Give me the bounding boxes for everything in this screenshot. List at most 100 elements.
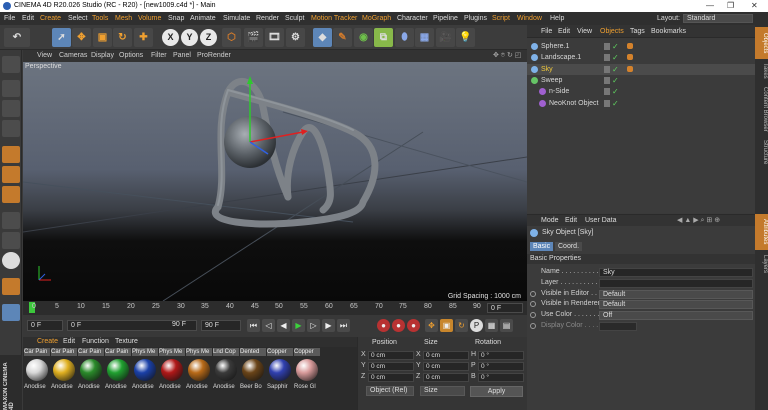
- layer-swatch-icon[interactable]: [604, 54, 610, 62]
- menu-script[interactable]: Script: [492, 12, 510, 25]
- attr-value-field[interactable]: [599, 278, 753, 288]
- material-swatch[interactable]: Lnd Cop Anodise: [213, 348, 239, 398]
- rotation-p-field[interactable]: 0 °: [478, 362, 524, 371]
- enabled-check-icon[interactable]: ✓: [612, 86, 619, 97]
- tweak-mode-icon[interactable]: [2, 232, 20, 249]
- layout-select[interactable]: Standard: [683, 14, 753, 23]
- rotate-tool-icon[interactable]: ↻: [113, 28, 132, 47]
- autokeying-icon[interactable]: ●: [392, 319, 405, 332]
- side-tab-objects[interactable]: Objects: [755, 27, 768, 59]
- axis-mode-icon[interactable]: [2, 212, 20, 229]
- viewport-nav-icons[interactable]: ✥ ⌾ ↻ ◰: [493, 50, 521, 62]
- object-name[interactable]: Landscape.1: [541, 52, 581, 63]
- record-active-icon[interactable]: ●: [377, 319, 390, 332]
- enabled-check-icon[interactable]: ✓: [612, 41, 619, 52]
- deformer-icon[interactable]: ⬮: [395, 28, 414, 47]
- preview-end-field[interactable]: 90 F: [169, 320, 189, 331]
- material-swatch[interactable]: Copper Rose Gl: [294, 348, 320, 398]
- solo-mode-icon[interactable]: [2, 304, 20, 321]
- object-name[interactable]: Sphere.1: [541, 41, 569, 52]
- render-picture-viewer-icon[interactable]: 🎞: [265, 28, 284, 47]
- position-x-field[interactable]: 0 cm: [368, 351, 414, 360]
- texture-mode-icon[interactable]: [2, 100, 20, 117]
- menu-animate[interactable]: Animate: [190, 12, 216, 25]
- object-row[interactable]: NeoKnot Object ✓: [527, 98, 755, 109]
- rotation-h-field[interactable]: 0 °: [478, 351, 524, 360]
- end-frame-field[interactable]: 90 F: [201, 320, 241, 331]
- menu-motion-tracker[interactable]: Motion Tracker: [311, 12, 357, 25]
- mat-menu-create[interactable]: Create: [37, 337, 58, 347]
- material-swatch[interactable]: Car Pain Anodise: [24, 348, 50, 398]
- cloner-icon[interactable]: ⧉: [374, 28, 393, 47]
- record-rotation-icon[interactable]: ↻: [455, 319, 468, 332]
- side-tab-layers[interactable]: Layers: [755, 253, 768, 275]
- animate-radio-icon[interactable]: [530, 312, 536, 319]
- model-mode-icon[interactable]: [2, 80, 20, 97]
- object-name[interactable]: n-Side: [549, 86, 569, 97]
- texture-tag-icon[interactable]: [627, 54, 633, 61]
- material-swatch[interactable]: Phys Me Anodise: [132, 348, 158, 398]
- light-icon[interactable]: 💡: [456, 28, 475, 47]
- play-icon[interactable]: ▶: [292, 319, 305, 332]
- polygons-mode-icon[interactable]: [2, 186, 20, 203]
- undo-button[interactable]: ↶: [4, 28, 30, 47]
- mat-menu-texture[interactable]: Texture: [115, 337, 138, 347]
- workplane-lock-icon[interactable]: [2, 278, 20, 295]
- move-tool-icon[interactable]: ✥: [72, 28, 91, 47]
- animate-radio-icon[interactable]: [530, 290, 536, 297]
- tab-basic[interactable]: Basic: [530, 242, 554, 251]
- enabled-check-icon[interactable]: ✓: [612, 52, 619, 63]
- menu-render[interactable]: Render: [256, 12, 279, 25]
- timeline-ruler[interactable]: 0 5 10 15 20 25 30 35 40 45 50 55 60 65 …: [23, 301, 527, 315]
- menu-plugins[interactable]: Plugins: [464, 12, 487, 25]
- keyframe-selection-icon[interactable]: ●: [407, 319, 420, 332]
- snapping-icon[interactable]: [2, 252, 20, 269]
- material-swatch[interactable]: Car Pain Anodise: [78, 348, 104, 398]
- floor-environment-icon[interactable]: ▦: [415, 28, 434, 47]
- y-axis-button[interactable]: Y: [181, 29, 198, 46]
- material-swatch[interactable]: Phys Me Anodise: [159, 348, 185, 398]
- menu-simulate[interactable]: Simulate: [223, 12, 250, 25]
- points-mode-icon[interactable]: [2, 146, 20, 163]
- record-point-level-icon[interactable]: ▦: [485, 319, 498, 332]
- menu-help[interactable]: Help: [550, 12, 564, 25]
- obj-menu-bookmarks[interactable]: Bookmarks: [651, 25, 686, 38]
- menu-select[interactable]: Select: [68, 12, 87, 25]
- subdivision-surface-icon[interactable]: ◉: [354, 28, 373, 47]
- layer-swatch-icon[interactable]: [604, 65, 610, 73]
- pen-spline-icon[interactable]: ✎: [333, 28, 352, 47]
- material-swatch[interactable]: Car Pain Anodise: [51, 348, 77, 398]
- next-frame-icon[interactable]: ▷: [307, 319, 320, 332]
- material-swatch[interactable]: Copper Sapphir: [267, 348, 293, 398]
- attr-value-field[interactable]: Sky: [599, 268, 753, 277]
- attr-value-select[interactable]: Default: [599, 289, 753, 299]
- previous-key-icon[interactable]: ◁: [262, 319, 275, 332]
- size-x-field[interactable]: 0 cm: [423, 351, 469, 360]
- go-to-start-icon[interactable]: ⏮: [247, 319, 260, 332]
- start-frame-field[interactable]: 0 F: [27, 320, 63, 331]
- menu-tools[interactable]: Tools: [92, 12, 108, 25]
- object-row[interactable]: n-Side ✓: [527, 86, 755, 97]
- menu-create[interactable]: Create: [40, 12, 61, 25]
- obj-menu-file[interactable]: File: [541, 25, 552, 38]
- obj-menu-edit[interactable]: Edit: [558, 25, 570, 38]
- side-tab-structure[interactable]: Structure: [755, 137, 768, 167]
- obj-menu-tags[interactable]: Tags: [630, 25, 645, 38]
- scale-tool-icon[interactable]: ▣: [93, 28, 112, 47]
- object-name[interactable]: Sky: [541, 64, 553, 75]
- material-swatch[interactable]: Dented Beer Bo: [240, 348, 266, 398]
- edges-mode-icon[interactable]: [2, 166, 20, 183]
- menu-file[interactable]: File: [4, 12, 15, 25]
- layer-swatch-icon[interactable]: [604, 76, 610, 84]
- z-axis-button[interactable]: Z: [200, 29, 217, 46]
- object-row[interactable]: Sphere.1 ✓: [527, 41, 755, 52]
- size-mode-select[interactable]: Size: [420, 386, 465, 396]
- apply-button[interactable]: Apply: [470, 386, 523, 397]
- record-position-icon[interactable]: ✥: [425, 319, 438, 332]
- viewport-menu-display[interactable]: Display: [91, 50, 114, 62]
- cube-primitive-icon[interactable]: ◆: [313, 28, 332, 47]
- coordinate-mode-select[interactable]: Object (Rel): [366, 386, 414, 396]
- workplane-mode-icon[interactable]: [2, 120, 20, 137]
- menu-mesh[interactable]: Mesh: [115, 12, 132, 25]
- go-to-end-icon[interactable]: ⏭: [337, 319, 350, 332]
